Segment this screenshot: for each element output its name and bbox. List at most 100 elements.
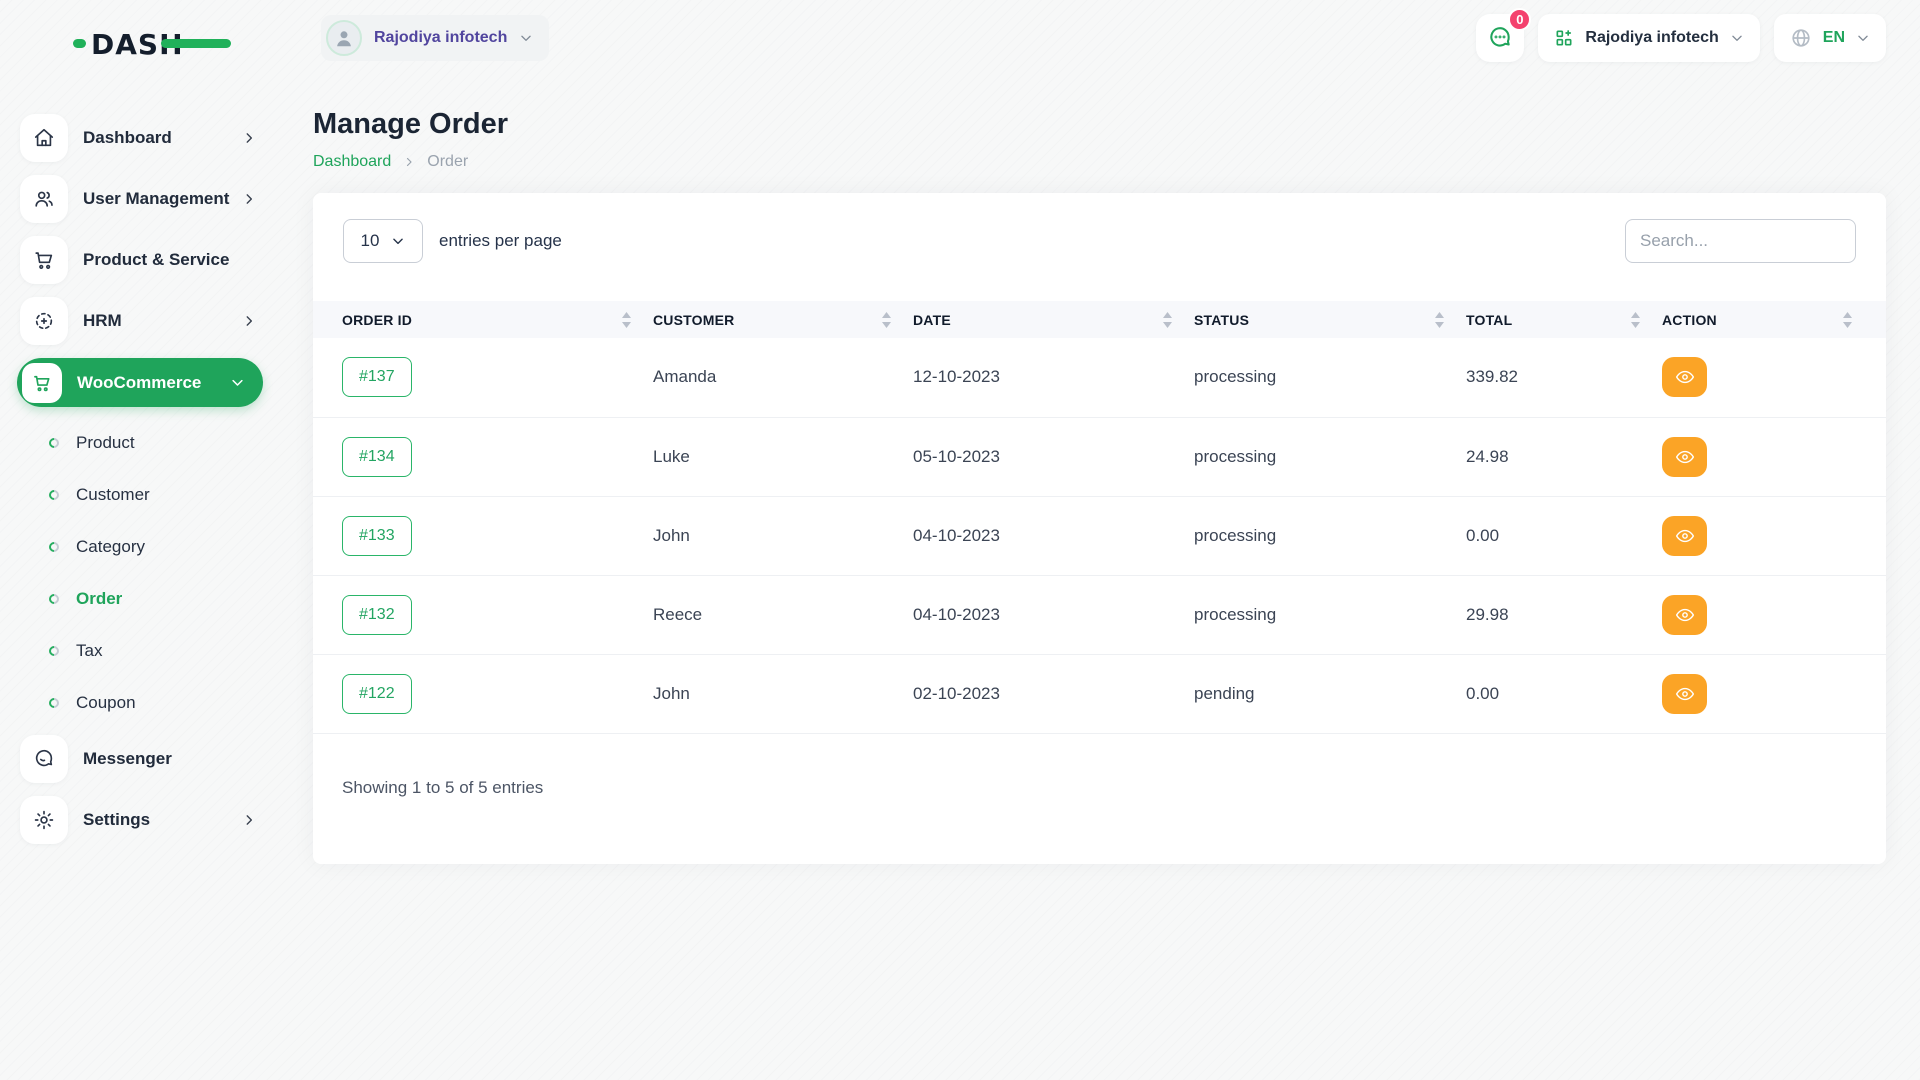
sidebar-subitem-coupon[interactable]: Coupon: [20, 677, 282, 729]
sidebar-subitem-product[interactable]: Product: [20, 417, 282, 469]
sidebar-subitem-tax[interactable]: Tax: [20, 625, 282, 677]
customer-cell: John: [653, 496, 913, 575]
table-row: #122 John 02-10-2023 pending 0.00: [313, 654, 1886, 733]
workspace-grid-icon: [1554, 28, 1574, 48]
bullet-icon: [47, 488, 61, 502]
orders-table: ORDER ID CUSTOMER DATE STATUS: [313, 301, 1886, 734]
sidebar-item-label: HRM: [83, 311, 122, 331]
sidebar-item-product-service[interactable]: Product & Service: [20, 236, 282, 284]
order-id-badge[interactable]: #134: [342, 437, 412, 477]
column-header-date[interactable]: DATE: [913, 301, 1194, 338]
order-id-badge[interactable]: #122: [342, 674, 412, 714]
sort-icon: [1163, 312, 1172, 328]
column-header-order-id[interactable]: ORDER ID: [313, 301, 653, 338]
table-header-row: ORDER ID CUSTOMER DATE STATUS: [313, 301, 1886, 338]
column-header-customer[interactable]: CUSTOMER: [653, 301, 913, 338]
entries-per-page-label: entries per page: [439, 231, 562, 251]
total-cell: 0.00: [1466, 654, 1662, 733]
view-order-button[interactable]: [1662, 595, 1707, 635]
sort-icon: [1631, 312, 1640, 328]
chevron-right-icon: [242, 314, 256, 328]
sort-icon: [882, 312, 891, 328]
table-row: #132 Reece 04-10-2023 processing 29.98: [313, 575, 1886, 654]
total-cell: 0.00: [1466, 496, 1662, 575]
sidebar-subitem-label: Category: [76, 537, 145, 557]
view-order-button[interactable]: [1662, 516, 1707, 556]
sidebar-subitem-label: Customer: [76, 485, 150, 505]
sidebar-item-hrm[interactable]: HRM: [20, 297, 282, 345]
eye-icon: [1675, 367, 1695, 387]
sidebar-item-label: Dashboard: [83, 128, 172, 148]
table-controls: 10 entries per page: [313, 193, 1886, 263]
order-id-badge[interactable]: #132: [342, 595, 412, 635]
customer-cell: Luke: [653, 417, 913, 496]
bullet-icon: [47, 592, 61, 606]
chevron-right-icon: [403, 156, 415, 168]
sort-icon: [1435, 312, 1444, 328]
language-selector[interactable]: EN: [1774, 14, 1886, 62]
order-id-badge[interactable]: #133: [342, 516, 412, 556]
entries-per-page-select[interactable]: 10: [343, 219, 423, 263]
breadcrumb-dashboard-link[interactable]: Dashboard: [313, 153, 391, 171]
sidebar-subitem-order[interactable]: Order: [20, 573, 282, 625]
gear-icon: [20, 796, 68, 844]
sidebar-item-user-management[interactable]: User Management: [20, 175, 282, 223]
total-cell: 29.98: [1466, 575, 1662, 654]
avatar: [326, 20, 362, 56]
sidebar-item-label: Messenger: [83, 749, 172, 769]
orders-card: 10 entries per page ORDER ID: [313, 193, 1886, 864]
company-selector[interactable]: Rajodiya infotech: [1538, 14, 1759, 62]
order-id-badge[interactable]: #137: [342, 357, 412, 397]
chevron-right-icon: [242, 131, 256, 145]
eye-icon: [1675, 526, 1695, 546]
sidebar-subitem-label: Coupon: [76, 693, 136, 713]
sidebar-item-messenger[interactable]: Messenger: [20, 735, 282, 783]
messages-count-badge: 0: [1508, 8, 1531, 31]
table-row: #137 Amanda 12-10-2023 processing 339.82: [313, 338, 1886, 417]
status-cell: processing: [1194, 496, 1466, 575]
column-header-total[interactable]: TOTAL: [1466, 301, 1662, 338]
view-order-button[interactable]: [1662, 357, 1707, 397]
sidebar-subitem-customer[interactable]: Customer: [20, 469, 282, 521]
chevron-down-icon: [519, 31, 533, 45]
sidebar-subitem-label: Tax: [76, 641, 102, 661]
view-order-button[interactable]: [1662, 674, 1707, 714]
sidebar-subitem-label: Product: [76, 433, 135, 453]
users-icon: [20, 175, 68, 223]
eye-icon: [1675, 684, 1695, 704]
sidebar-item-woocommerce[interactable]: WooCommerce: [17, 358, 263, 407]
dash-logo-icon: DASH: [73, 24, 233, 62]
chat-bubble-icon: [1487, 25, 1513, 51]
workspace-selector[interactable]: Rajodiya infotech: [321, 15, 549, 61]
chevron-down-icon: [391, 234, 405, 248]
status-cell: processing: [1194, 338, 1466, 417]
sidebar-item-dashboard[interactable]: Dashboard: [20, 114, 282, 162]
status-cell: pending: [1194, 654, 1466, 733]
eye-icon: [1675, 447, 1695, 467]
breadcrumb-current: Order: [427, 153, 468, 171]
hrm-target-icon: [20, 297, 68, 345]
search-input[interactable]: [1625, 219, 1856, 263]
breadcrumb: Dashboard Order: [313, 153, 1886, 171]
status-cell: processing: [1194, 417, 1466, 496]
view-order-button[interactable]: [1662, 437, 1707, 477]
bullet-icon: [47, 644, 61, 658]
dash-logo[interactable]: DASH: [73, 24, 282, 62]
column-header-action[interactable]: ACTION: [1662, 301, 1886, 338]
cart-icon: [20, 236, 68, 284]
total-cell: 24.98: [1466, 417, 1662, 496]
workspace-label: Rajodiya infotech: [374, 29, 507, 47]
sidebar: DASH Dashboard User Management: [0, 0, 282, 864]
customer-cell: Reece: [653, 575, 913, 654]
column-header-status[interactable]: STATUS: [1194, 301, 1466, 338]
bullet-icon: [47, 696, 61, 710]
sidebar-item-settings[interactable]: Settings: [20, 796, 282, 844]
table-footer-summary: Showing 1 to 5 of 5 entries: [313, 734, 1886, 798]
date-cell: 05-10-2023: [913, 417, 1194, 496]
sidebar-subitem-category[interactable]: Category: [20, 521, 282, 573]
messages-button[interactable]: 0: [1476, 14, 1524, 62]
table-row: #134 Luke 05-10-2023 processing 24.98: [313, 417, 1886, 496]
sort-icon: [1843, 312, 1852, 328]
eye-icon: [1675, 605, 1695, 625]
date-cell: 04-10-2023: [913, 575, 1194, 654]
